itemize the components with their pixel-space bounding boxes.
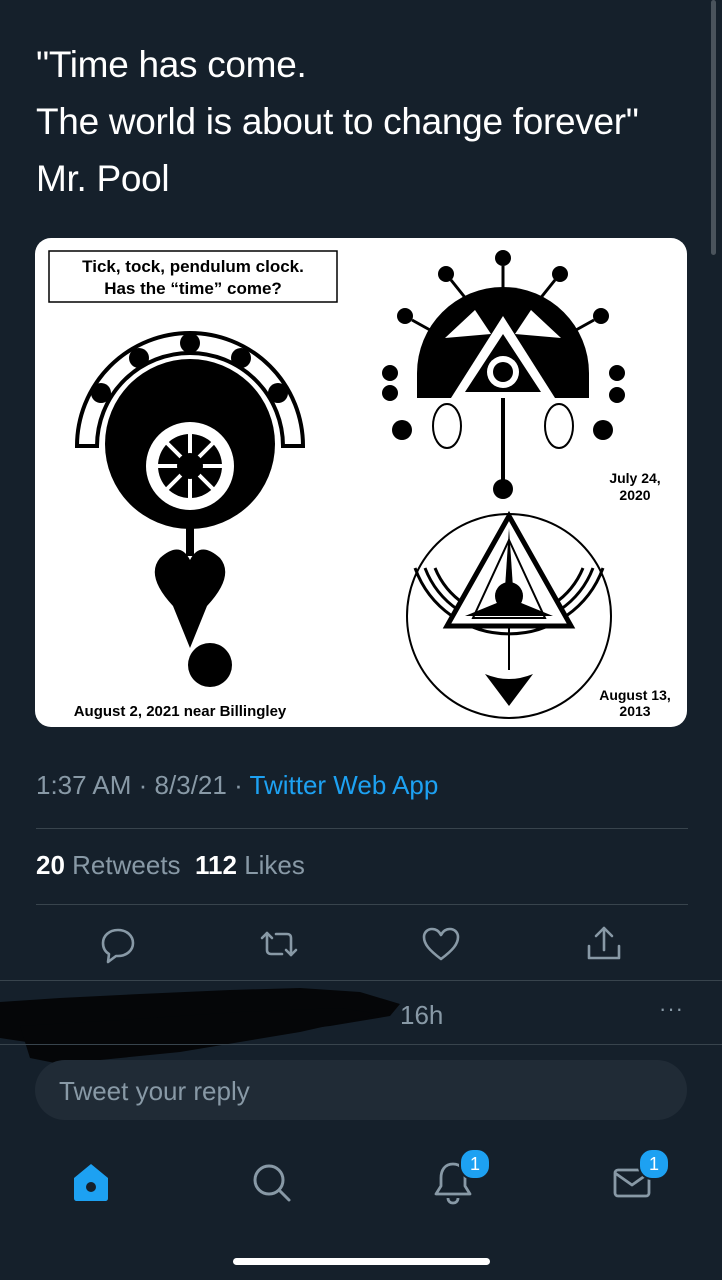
source-app-link[interactable]: Twitter Web App — [250, 770, 439, 800]
meta-separator: · — [234, 770, 243, 800]
tab-notifications[interactable]: 1 — [425, 1148, 491, 1210]
scrollbar[interactable] — [711, 0, 716, 255]
tweet-stats: 20 Retweets 112 Likes — [36, 850, 305, 881]
divider — [0, 980, 722, 981]
search-icon — [253, 1164, 291, 1202]
home-icon — [74, 1164, 108, 1201]
retweet-button[interactable] — [257, 922, 301, 966]
notifications-badge: 1 — [459, 1148, 491, 1180]
reply-input[interactable] — [57, 1060, 661, 1122]
crop-circle-top-right-icon — [382, 250, 625, 499]
retweets-count: 20 — [36, 850, 65, 880]
reply-compose-box[interactable] — [35, 1060, 687, 1122]
image-label-left: August 2, 2021 near Billingley — [74, 703, 287, 720]
image-label-top-right: 2020 — [619, 487, 650, 503]
caption-line: Tick, tock, pendulum clock. — [82, 257, 304, 276]
tab-home[interactable] — [63, 1154, 119, 1210]
tweet-line: Mr. Pool — [36, 158, 170, 199]
caption-line: Has the “time” come? — [104, 279, 282, 298]
like-button[interactable] — [419, 922, 463, 966]
retweets-label: Retweets — [72, 850, 181, 880]
tab-messages[interactable]: 1 — [604, 1148, 670, 1210]
divider — [36, 828, 688, 829]
share-icon — [587, 926, 621, 960]
tweet-line: The world is about to change forever" — [36, 101, 639, 142]
tweet-actions — [0, 922, 722, 966]
caption-box: Tick, tock, pendulum clock. Has the “tim… — [48, 250, 338, 303]
retweet-icon — [260, 931, 298, 957]
home-indicator — [233, 1258, 490, 1265]
tweet-image[interactable]: Tick, tock, pendulum clock. Has the “tim… — [35, 238, 687, 727]
tweet-date: 8/3/21 — [154, 770, 227, 800]
likes-label: Likes — [244, 850, 305, 880]
crop-circle-bottom-right-icon — [406, 510, 612, 719]
tab-search[interactable] — [243, 1154, 299, 1210]
image-label-bottom-right: 2013 — [619, 703, 650, 719]
image-label-top-right: July 24, — [609, 470, 660, 486]
retweets-stat[interactable]: 20 Retweets — [36, 850, 181, 880]
bottom-tab-bar: 1 1 — [0, 1130, 722, 1230]
redaction-scribble — [0, 988, 400, 1064]
messages-badge: 1 — [638, 1148, 670, 1180]
tweet-time: 1:37 AM — [36, 770, 132, 800]
heart-icon — [422, 927, 460, 961]
likes-stat[interactable]: 112 Likes — [195, 850, 305, 880]
likes-count: 112 — [195, 850, 237, 880]
divider — [0, 1044, 722, 1045]
reply-button[interactable] — [96, 922, 140, 966]
tweet-text: "Time has come. The world is about to ch… — [36, 36, 696, 207]
image-label-bottom-right: August 13, — [599, 687, 671, 703]
tweet-meta: 1:37 AM · 8/3/21 · Twitter Web App — [36, 770, 438, 801]
meta-separator: · — [138, 770, 148, 800]
share-button[interactable] — [582, 922, 626, 966]
crop-circle-left-icon — [74, 331, 306, 687]
reply-icon — [101, 928, 135, 964]
divider — [36, 904, 688, 905]
tweet-line: "Time has come. — [36, 44, 307, 85]
